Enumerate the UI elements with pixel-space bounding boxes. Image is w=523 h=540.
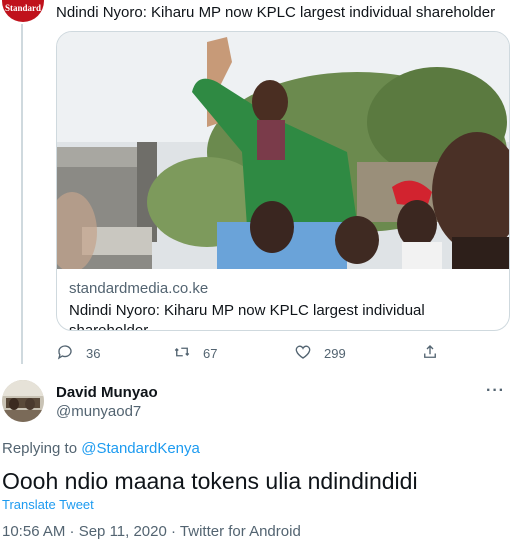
user-display-name[interactable]: David Munyao [56,384,158,401]
tweet-action-bar: 36 67 299 [56,343,456,363]
reply-tweet-text: Oooh ndio maana tokens ulia ndindindidi [2,468,418,494]
replying-to-mention[interactable]: @StandardKenya [81,440,200,457]
replying-prefix: Replying to [2,440,78,457]
share-action[interactable] [421,343,439,364]
translate-tweet-link[interactable]: Translate Tweet [2,497,94,512]
like-action[interactable]: 299 [294,343,346,364]
reply-count: 36 [86,346,101,361]
card-domain: standardmedia.co.ke [69,280,209,297]
user-handle[interactable]: @munyaod7 [56,403,141,420]
like-count: 299 [324,346,346,361]
card-image [57,32,509,269]
link-preview-card[interactable]: standardmedia.co.ke Ndindi Nyoro: Kiharu… [56,31,510,331]
user-avatar[interactable] [2,380,44,422]
retweet-count: 67 [203,346,218,361]
thread-connector-line [21,24,23,364]
reply-icon [56,343,74,364]
reply-action[interactable]: 36 [56,343,100,364]
more-options-icon[interactable]: ··· [486,382,505,400]
replying-to-line: Replying to @StandardKenya [2,440,200,457]
retweet-action[interactable]: 67 [173,343,217,364]
source-avatar-standard-logo[interactable]: Standard [2,0,44,22]
heart-icon [294,343,312,364]
card-title: Ndindi Nyoro: Kiharu MP now KPLC largest… [69,302,425,331]
source-avatar-text: Standard [4,3,41,13]
retweet-icon [173,343,191,364]
share-icon [421,343,439,364]
parent-tweet-text: Ndindi Nyoro: Kiharu MP now KPLC largest… [56,4,496,21]
